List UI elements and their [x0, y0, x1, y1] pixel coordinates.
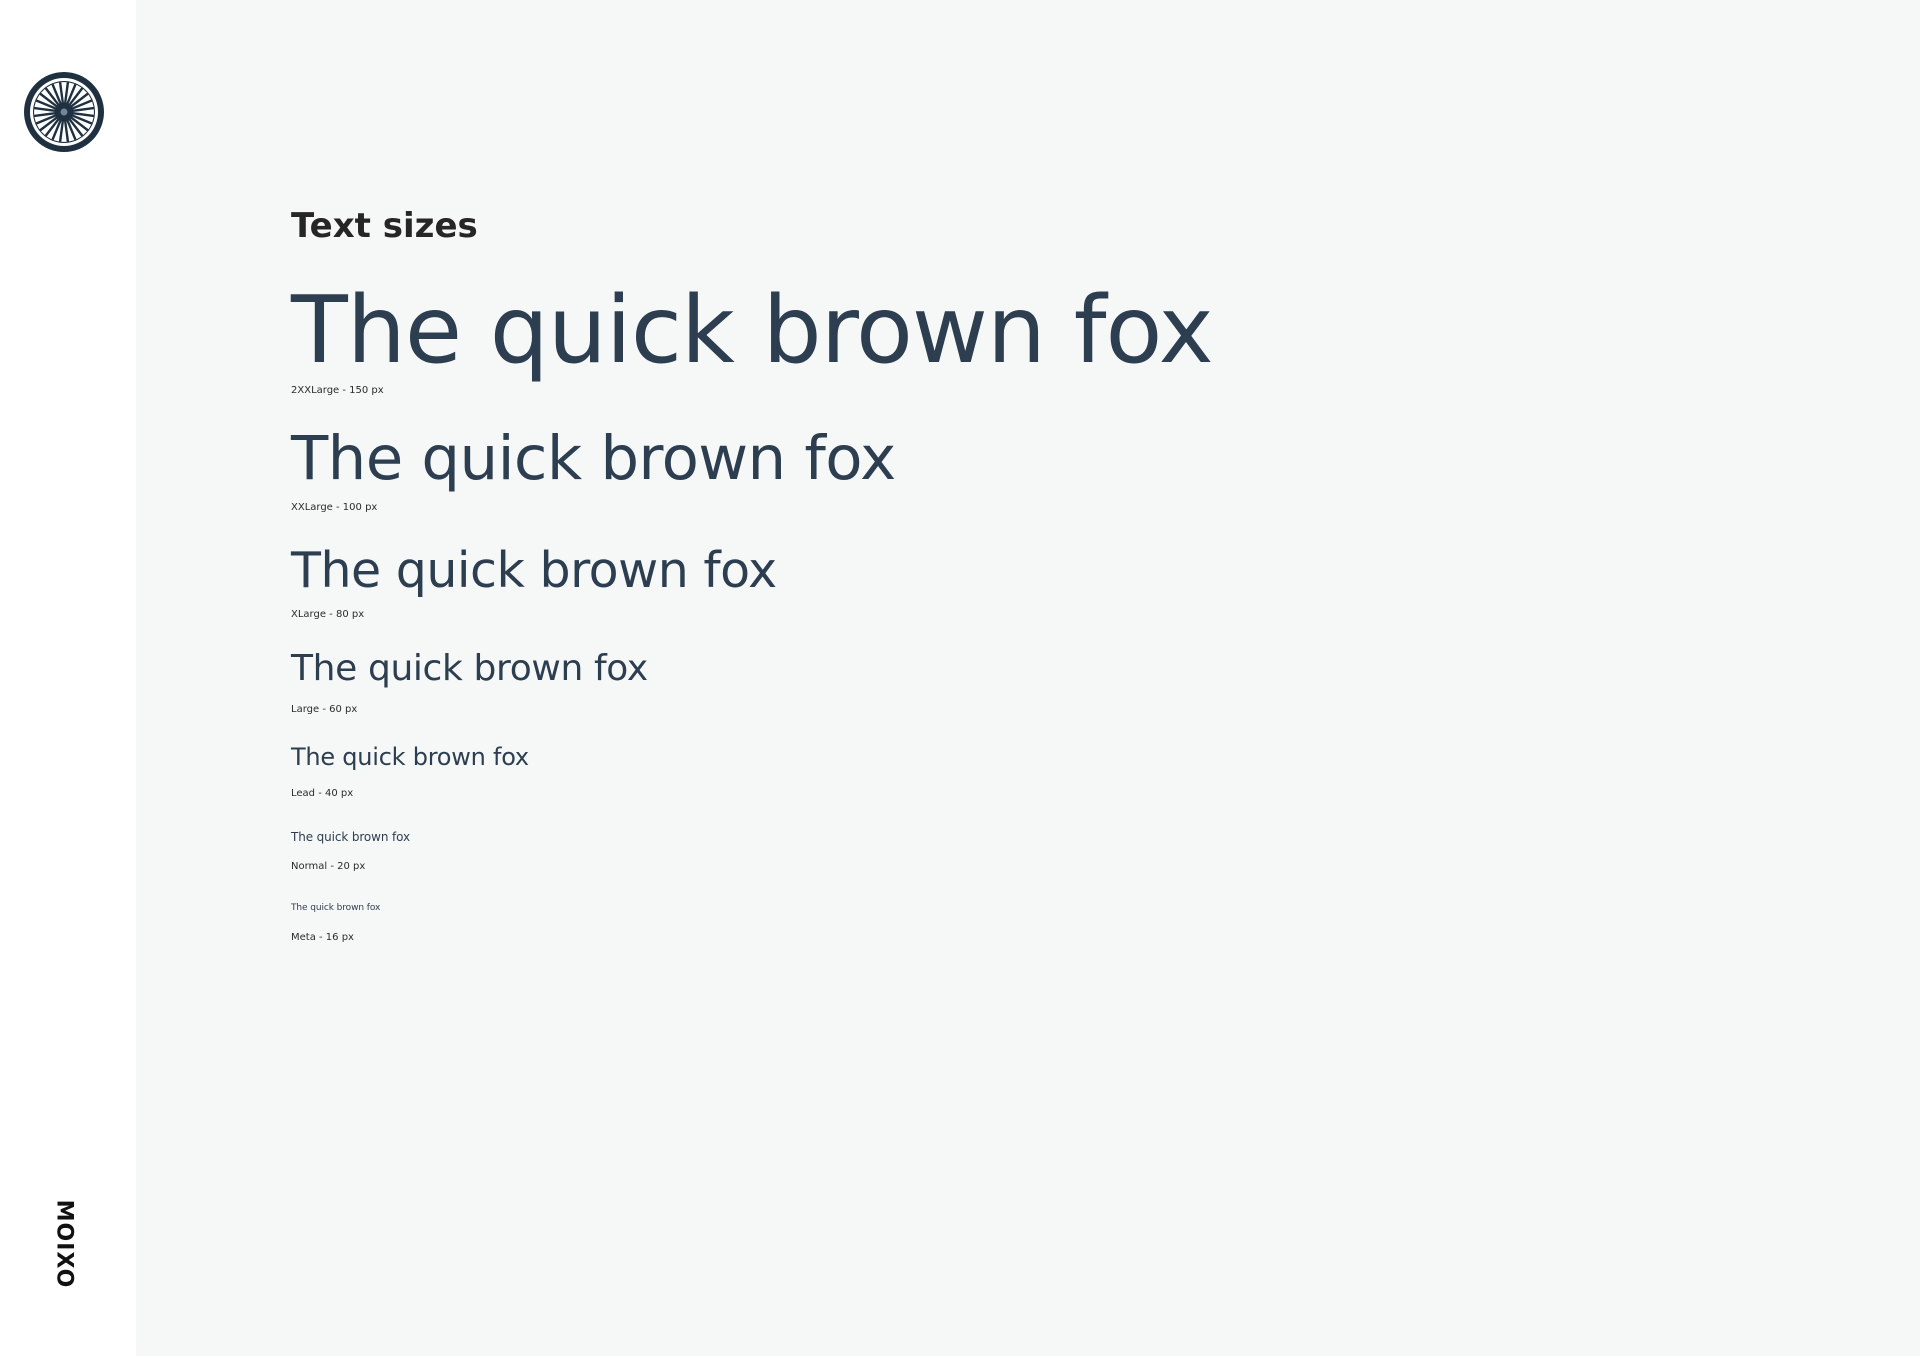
sample-meta: The quick brown fox — [291, 903, 381, 913]
caption-2xxlarge: 2XXLarge - 150 px — [291, 385, 384, 396]
section-title: Text sizes — [291, 206, 478, 246]
caption-xlarge: XLarge - 80 px — [291, 609, 365, 620]
caption-normal: Normal - 20 px — [291, 861, 366, 872]
sample-xlarge: The quick brown fox — [291, 542, 777, 599]
sample-2xxlarge: The quick brown fox — [291, 276, 1214, 384]
caption-large: Large - 60 px — [291, 704, 358, 715]
dharma-wheel-icon[interactable] — [23, 71, 105, 153]
caption-lead: Lead - 40 px — [291, 788, 354, 799]
sample-large: The quick brown fox — [291, 648, 648, 689]
brand-wordmark: MOIXO — [51, 1199, 77, 1289]
sample-normal: The quick brown fox — [291, 830, 410, 844]
caption-meta: Meta - 16 px — [291, 932, 354, 943]
sample-xxlarge: The quick brown fox — [291, 423, 896, 494]
sidebar: MOIXO — [0, 0, 136, 1358]
main-content: Text sizes The quick brown fox 2XXLarge … — [136, 0, 1920, 1356]
sample-lead: The quick brown fox — [291, 743, 529, 771]
caption-xxlarge: XXLarge - 100 px — [291, 502, 378, 513]
